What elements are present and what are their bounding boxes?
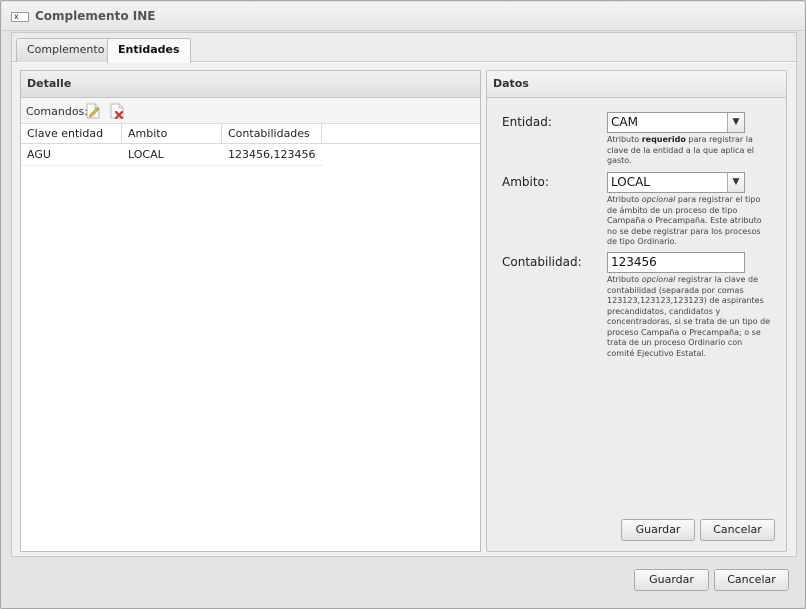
- tab-body-entidades: Detalle Comandos: Clave entidad Ambito C…: [12, 63, 796, 556]
- ambito-select[interactable]: LOCAL ▼: [607, 172, 745, 193]
- contabilidad-input[interactable]: 123456: [607, 252, 745, 273]
- commands-toolbar: Comandos:: [21, 98, 480, 124]
- cell-ambito: LOCAL: [128, 148, 164, 161]
- chevron-down-icon: ▼: [727, 113, 744, 132]
- chevron-down-icon: ▼: [727, 173, 744, 192]
- grid-header: Clave entidad Ambito Contabilidades: [21, 124, 480, 144]
- cell-contabilidades: 123456,123456: [228, 148, 316, 161]
- datos-panel-title: Datos: [487, 71, 786, 98]
- entidad-label: Entidad:: [502, 115, 552, 129]
- entidad-value: CAM: [611, 115, 638, 129]
- entidad-help: Atributo requerido para registrar la cla…: [607, 135, 755, 165]
- cell-clave-entidad: AGU: [27, 148, 51, 161]
- ambito-label: Ambito:: [502, 175, 549, 189]
- entidad-select[interactable]: CAM ▼: [607, 112, 745, 133]
- contabilidad-help: Atributo opcional registrar la clave de …: [607, 275, 771, 358]
- window-icon: x: [11, 12, 29, 22]
- tab-complemento[interactable]: Complemento: [16, 38, 116, 62]
- title-bar[interactable]: x Complemento INE: [2, 2, 804, 31]
- dialog-cancel-button[interactable]: Cancelar: [714, 569, 789, 591]
- panel-save-button[interactable]: Guardar: [621, 519, 695, 541]
- dialog-content: Complemento Entidades Detalle Comandos:: [11, 32, 797, 557]
- window-title: Complemento INE: [35, 9, 156, 23]
- dialog-window: ∨ x Complemento INE Complemento Entidade…: [0, 0, 806, 609]
- column-header-clave-entidad[interactable]: Clave entidad: [21, 124, 122, 144]
- table-row[interactable]: AGU LOCAL 123456,123456: [21, 144, 323, 166]
- edit-icon[interactable]: [86, 103, 100, 119]
- datos-panel: Datos Entidad: CAM ▼ Atributo requerido …: [486, 70, 787, 552]
- tab-entidades[interactable]: Entidades: [107, 38, 191, 63]
- panel-cancel-button[interactable]: Cancelar: [700, 519, 775, 541]
- column-header-ambito[interactable]: Ambito: [122, 124, 222, 144]
- detalle-panel: Detalle Comandos: Clave entidad Ambito C…: [20, 70, 481, 552]
- tab-strip: Complemento Entidades: [12, 33, 796, 63]
- commands-label: Comandos:: [26, 105, 88, 118]
- delete-icon[interactable]: [110, 103, 124, 119]
- ambito-value: LOCAL: [611, 175, 650, 189]
- dialog-save-button[interactable]: Guardar: [634, 569, 709, 591]
- detalle-panel-title: Detalle: [21, 71, 480, 98]
- column-header-contabilidades[interactable]: Contabilidades: [222, 124, 322, 144]
- contabilidad-label: Contabilidad:: [502, 255, 582, 269]
- ambito-help: Atributo opcional para registrar el tipo…: [607, 195, 762, 246]
